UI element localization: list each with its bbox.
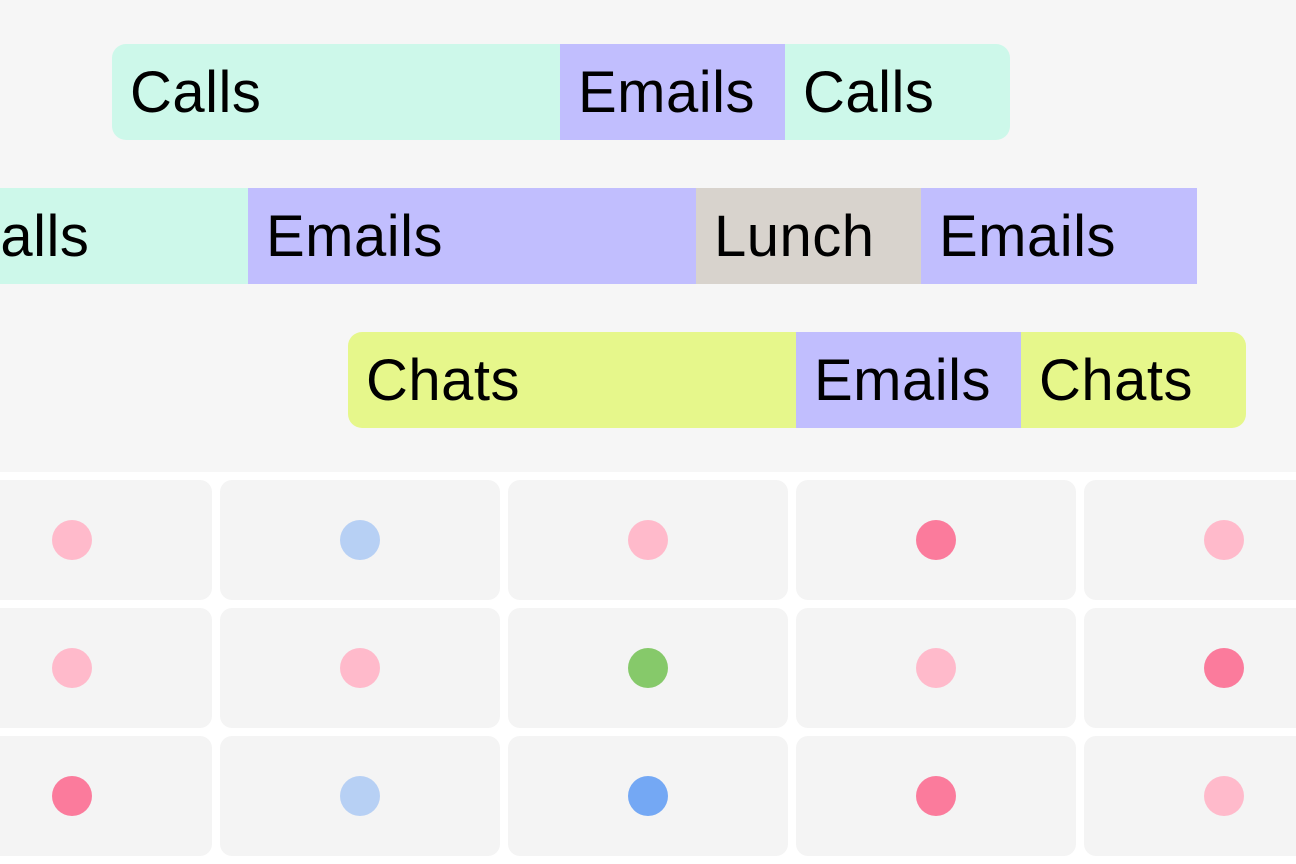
segment-label: Emails xyxy=(266,203,444,269)
status-dot-icon xyxy=(628,648,668,688)
segment-label: Emails xyxy=(814,347,992,413)
segment-calls[interactable]: Calls xyxy=(112,44,560,140)
segment-label: Calls xyxy=(0,203,90,269)
status-dot-icon xyxy=(52,776,92,816)
status-dot-icon xyxy=(1204,520,1244,560)
segment-label: Emails xyxy=(939,203,1117,269)
status-dot-icon xyxy=(1204,648,1244,688)
segment-calls[interactable]: Calls xyxy=(785,44,1010,140)
grid-cell[interactable] xyxy=(508,608,788,728)
status-dot-icon xyxy=(916,648,956,688)
segment-emails[interactable]: Emails xyxy=(560,44,785,140)
segment-emails[interactable]: Emails xyxy=(796,332,1021,428)
segment-label: Lunch xyxy=(714,203,875,269)
schedule-timeline: CallsEmailsCalls CallsEmailsLunchEmails … xyxy=(0,0,1296,470)
grid-cell[interactable] xyxy=(796,736,1076,856)
grid-cell[interactable] xyxy=(1084,480,1296,600)
status-dot-icon xyxy=(52,520,92,560)
status-grid xyxy=(0,472,1296,864)
grid-cell[interactable] xyxy=(508,736,788,856)
status-dot-icon xyxy=(628,776,668,816)
status-dot-icon xyxy=(52,648,92,688)
segment-emails[interactable]: Emails xyxy=(248,188,696,284)
timeline-row-3: Chats Emails Chats xyxy=(348,332,1246,428)
status-dot-icon xyxy=(1204,776,1244,816)
grid-cell[interactable] xyxy=(220,608,500,728)
grid-cell[interactable] xyxy=(796,608,1076,728)
status-dot-icon xyxy=(340,520,380,560)
segment-label: Emails xyxy=(578,59,756,125)
segment-label: Chats xyxy=(1039,347,1194,413)
segment-calls[interactable]: Calls xyxy=(0,188,248,284)
status-dot-icon xyxy=(340,648,380,688)
segment-label: Chats xyxy=(366,347,521,413)
grid-cell[interactable] xyxy=(508,480,788,600)
timeline-row-1: Calls Emails Calls xyxy=(112,44,1010,140)
segment-label: Calls xyxy=(803,59,935,125)
segment-lunch[interactable]: Lunch xyxy=(696,188,921,284)
status-dot-icon xyxy=(916,520,956,560)
status-dot-icon xyxy=(916,776,956,816)
grid-cell[interactable] xyxy=(0,480,212,600)
status-dot-icon xyxy=(340,776,380,816)
grid-cell[interactable] xyxy=(1084,608,1296,728)
grid-cell[interactable] xyxy=(1084,736,1296,856)
status-dot-icon xyxy=(628,520,668,560)
segment-label: Calls xyxy=(130,59,262,125)
segment-chats[interactable]: Chats xyxy=(1021,332,1246,428)
grid-cell[interactable] xyxy=(0,608,212,728)
grid-cell[interactable] xyxy=(220,480,500,600)
segment-emails[interactable]: Emails xyxy=(921,188,1197,284)
grid-cell[interactable] xyxy=(0,736,212,856)
grid-cell[interactable] xyxy=(796,480,1076,600)
timeline-row-2: Calls Emails Lunch Emails xyxy=(0,188,1197,284)
segment-chats[interactable]: Chats xyxy=(348,332,796,428)
grid-cell[interactable] xyxy=(220,736,500,856)
